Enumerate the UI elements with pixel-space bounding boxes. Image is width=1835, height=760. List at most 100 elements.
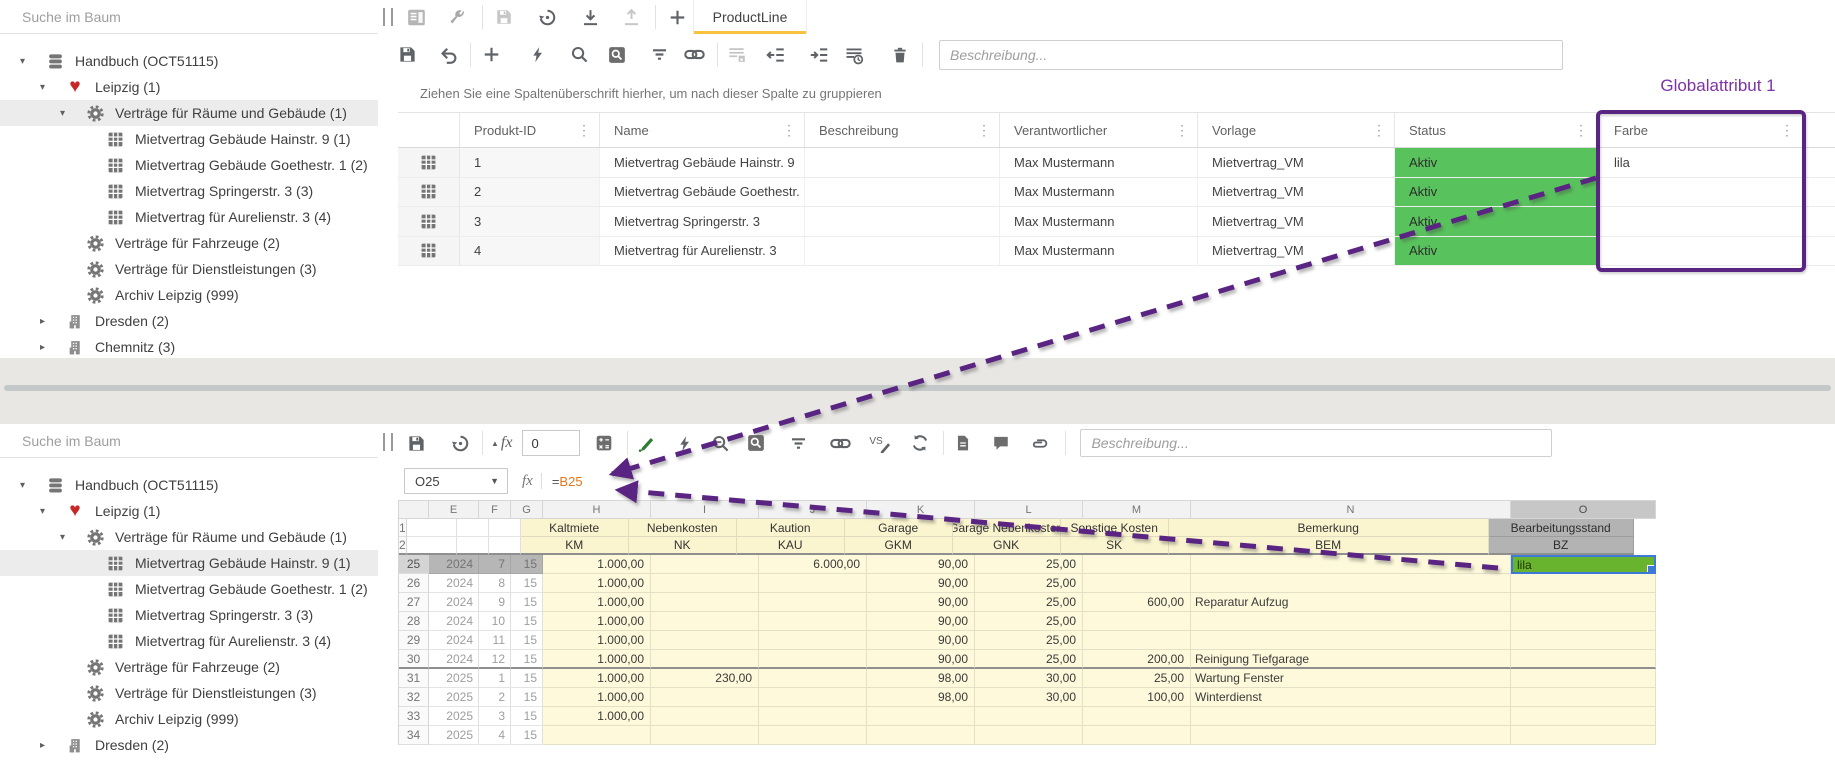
chevron-right-icon[interactable]: ▸: [40, 316, 54, 327]
column-menu-icon[interactable]: ⋮: [782, 122, 796, 139]
chevron-down-icon[interactable]: ▾: [20, 56, 34, 67]
filter-icon[interactable]: [647, 43, 671, 67]
cell-reference-box[interactable]: O25▼: [404, 468, 508, 494]
column-letter[interactable]: H: [543, 501, 651, 519]
sheet-cell[interactable]: 1.000,00: [543, 612, 651, 631]
row-number[interactable]: 30: [399, 650, 429, 669]
tab-productline[interactable]: ProductLine: [693, 0, 807, 34]
tree-item-fahrzeuge[interactable]: Verträge für Fahrzeuge (2): [0, 654, 378, 680]
cell-beschreibung[interactable]: [805, 207, 1000, 236]
cell-produkt-id[interactable]: 1: [460, 148, 600, 177]
history-icon[interactable]: [535, 5, 559, 29]
table-row[interactable]: 4 Mietvertrag für Aurelienstr. 3 Max Mus…: [398, 237, 1835, 267]
rows-history-icon[interactable]: [842, 43, 866, 67]
sheet-cell[interactable]: [1083, 574, 1191, 593]
indent-icon[interactable]: [807, 43, 831, 67]
sheet-cell[interactable]: [457, 519, 489, 537]
sheet-cell[interactable]: [651, 726, 759, 745]
cell-farbe[interactable]: lila: [1600, 148, 1803, 177]
sheet-cell[interactable]: 200,00: [1083, 650, 1191, 669]
row-number[interactable]: 29: [399, 631, 429, 650]
column-letter[interactable]: M: [1083, 501, 1191, 519]
row-number[interactable]: 31: [399, 669, 429, 688]
tree-search-input[interactable]: [0, 0, 378, 34]
filter-icon[interactable]: [786, 431, 810, 455]
cell-verantwortlicher[interactable]: Max Mustermann: [1000, 237, 1198, 266]
wrench-icon[interactable]: [444, 5, 468, 29]
sheet-cell[interactable]: [1511, 650, 1656, 669]
sheet-cell[interactable]: 15: [511, 726, 543, 745]
add-icon[interactable]: [479, 43, 503, 67]
sheet-cell[interactable]: [651, 707, 759, 726]
cell-farbe[interactable]: [1600, 207, 1803, 236]
description-input[interactable]: [1080, 429, 1552, 457]
table-row[interactable]: 2 Mietvertrag Gebäude Goethestr. 1 Max M…: [398, 178, 1835, 208]
column-letter[interactable]: G: [511, 501, 543, 519]
sheet-cell[interactable]: 25,00: [975, 574, 1083, 593]
tree-item-archiv[interactable]: Archiv Leipzig (999): [0, 282, 378, 308]
sheet-cell[interactable]: 98,00: [867, 688, 975, 707]
sheet-cell[interactable]: 2024: [429, 650, 479, 669]
sheet-cell[interactable]: [759, 688, 867, 707]
sheet-cell[interactable]: [1191, 726, 1511, 745]
sheet-cell[interactable]: 2025: [429, 688, 479, 707]
cell-name[interactable]: Mietvertrag Gebäude Goethestr. 1: [600, 178, 805, 207]
sheet-cell[interactable]: 2025: [429, 707, 479, 726]
cell-vorlage[interactable]: Mietvertrag_VM: [1198, 207, 1395, 236]
cell-produkt-id[interactable]: 3: [460, 207, 600, 236]
sheet-cell[interactable]: [759, 669, 867, 688]
tree-item-chemnitz[interactable]: ▸Chemnitz (3): [0, 334, 378, 358]
tree-item-dresden[interactable]: ▸Dresden (2): [0, 308, 378, 334]
sheet-cell[interactable]: [489, 519, 521, 537]
flash-icon[interactable]: [525, 43, 549, 67]
sheet-cell[interactable]: [759, 650, 867, 669]
sheet-cell[interactable]: [1191, 631, 1511, 650]
sheet-cell[interactable]: 2024: [429, 612, 479, 631]
chevron-down-icon[interactable]: ▾: [40, 506, 54, 517]
sheet-cell[interactable]: 2024: [429, 593, 479, 612]
sheet-cell[interactable]: 15: [511, 555, 543, 574]
tree-item-aurelienstr[interactable]: Mietvertrag für Aurelienstr. 3 (4): [0, 628, 378, 654]
sheet-header-cell[interactable]: Bemerkung: [1169, 519, 1489, 537]
save-icon[interactable]: [492, 5, 516, 29]
sheet-header-cell[interactable]: Nebenkosten: [629, 519, 737, 537]
tree-item-leipzig[interactable]: ▾♥Leipzig (1): [0, 74, 378, 100]
sheet-cell[interactable]: 30,00: [975, 669, 1083, 688]
table-row[interactable]: 3 Mietvertrag Springerstr. 3 Max Musterm…: [398, 207, 1835, 237]
column-menu-icon[interactable]: ⋮: [1372, 122, 1386, 139]
tree-item-dienstleistungen[interactable]: Verträge für Dienstleistungen (3): [0, 256, 378, 282]
sheet-cell[interactable]: [651, 650, 759, 669]
cell-name[interactable]: Mietvertrag Gebäude Hainstr. 9: [600, 148, 805, 177]
sheet-cell[interactable]: 1.000,00: [543, 555, 651, 574]
sheet-cell[interactable]: 30,00: [975, 688, 1083, 707]
column-letter[interactable]: N: [1191, 501, 1511, 519]
column-letter[interactable]: E: [429, 501, 479, 519]
sheet-cell[interactable]: 12: [479, 650, 511, 669]
column-header-vorlage[interactable]: Vorlage⋮: [1198, 113, 1395, 147]
cell-produkt-id[interactable]: 2: [460, 178, 600, 207]
panel-icon[interactable]: [404, 5, 428, 29]
sheet-cell[interactable]: [975, 707, 1083, 726]
cell-status[interactable]: Aktiv: [1395, 148, 1597, 177]
undo-icon[interactable]: [437, 43, 461, 67]
sheet-cell[interactable]: [1511, 688, 1656, 707]
sheet-cell[interactable]: 1: [479, 669, 511, 688]
sheet-cell[interactable]: Reparatur Aufzug: [1191, 593, 1511, 612]
formula-input[interactable]: =B25: [552, 474, 583, 489]
sheet-cell[interactable]: [1511, 574, 1656, 593]
sheet-cell[interactable]: 25,00: [975, 593, 1083, 612]
row-table-icon[interactable]: [398, 178, 460, 207]
sheet-cell[interactable]: [1511, 669, 1656, 688]
sheet-header-cell[interactable]: GNK: [953, 537, 1061, 555]
sheet-cell[interactable]: 15: [511, 650, 543, 669]
column-menu-icon[interactable]: ⋮: [977, 122, 991, 139]
sheet-cell[interactable]: 600,00: [1083, 593, 1191, 612]
tree-search-input[interactable]: [0, 424, 378, 458]
search-box-icon[interactable]: [744, 431, 768, 455]
sheet-cell[interactable]: 2024: [429, 574, 479, 593]
search-icon[interactable]: [567, 43, 591, 67]
sheet-cell[interactable]: [1083, 612, 1191, 631]
row-number[interactable]: 27: [399, 593, 429, 612]
row-table-icon[interactable]: [398, 237, 460, 266]
vs-edit-icon[interactable]: VS: [866, 431, 894, 455]
